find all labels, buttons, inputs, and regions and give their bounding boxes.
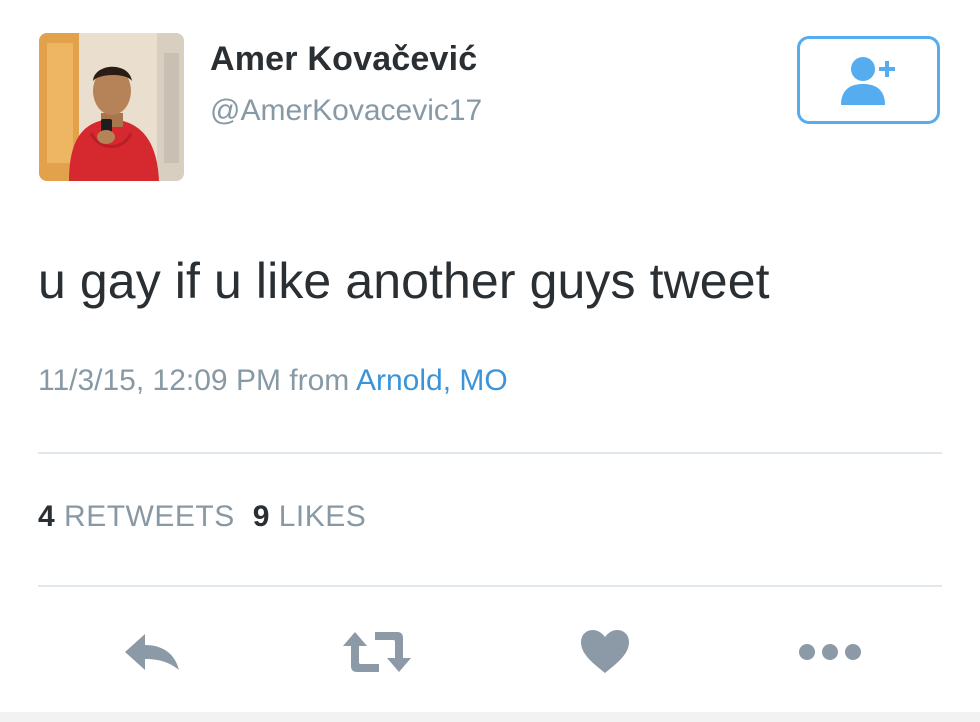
user-handle[interactable]: @AmerKovacevic17 <box>210 94 482 128</box>
tweet-meta: 11/3/15, 12:09 PM from Arnold, MO <box>38 364 508 398</box>
retweet-button[interactable] <box>340 628 414 676</box>
more-dots-icon <box>799 644 861 660</box>
retweets-label: RETWEETS <box>64 500 235 533</box>
from-label: from <box>289 364 350 397</box>
follow-user-plus-icon <box>840 57 895 105</box>
like-button[interactable] <box>575 628 635 676</box>
bottom-edge <box>0 712 980 722</box>
reply-button[interactable] <box>122 628 182 676</box>
likes-label: LIKES <box>278 500 367 533</box>
avatar-photo <box>39 33 184 181</box>
tweet-timestamp[interactable]: 11/3/15, 12:09 PM <box>38 364 281 397</box>
retweets-count: 4 <box>38 500 56 533</box>
tweet-location-link[interactable]: Arnold, MO <box>356 364 508 397</box>
avatar[interactable] <box>39 33 184 181</box>
retweet-icon <box>343 632 411 672</box>
more-button[interactable] <box>795 628 865 676</box>
likes-count: 9 <box>252 500 270 533</box>
divider <box>38 452 942 454</box>
reply-icon <box>125 634 179 670</box>
follow-button[interactable] <box>797 36 940 124</box>
user-name[interactable]: Amer Kovačević <box>210 40 477 79</box>
tweet-stats: 4 RETWEETS 9 LIKES <box>38 500 366 534</box>
retweets-stat[interactable]: 4 RETWEETS <box>38 500 235 533</box>
heart-icon <box>581 630 629 673</box>
likes-stat[interactable]: 9 LIKES <box>253 500 367 533</box>
tweet-card: Amer Kovačević @AmerKovacevic17 u gay if… <box>0 0 980 722</box>
tweet-text: u gay if u like another guys tweet <box>38 253 770 309</box>
divider <box>38 585 942 587</box>
